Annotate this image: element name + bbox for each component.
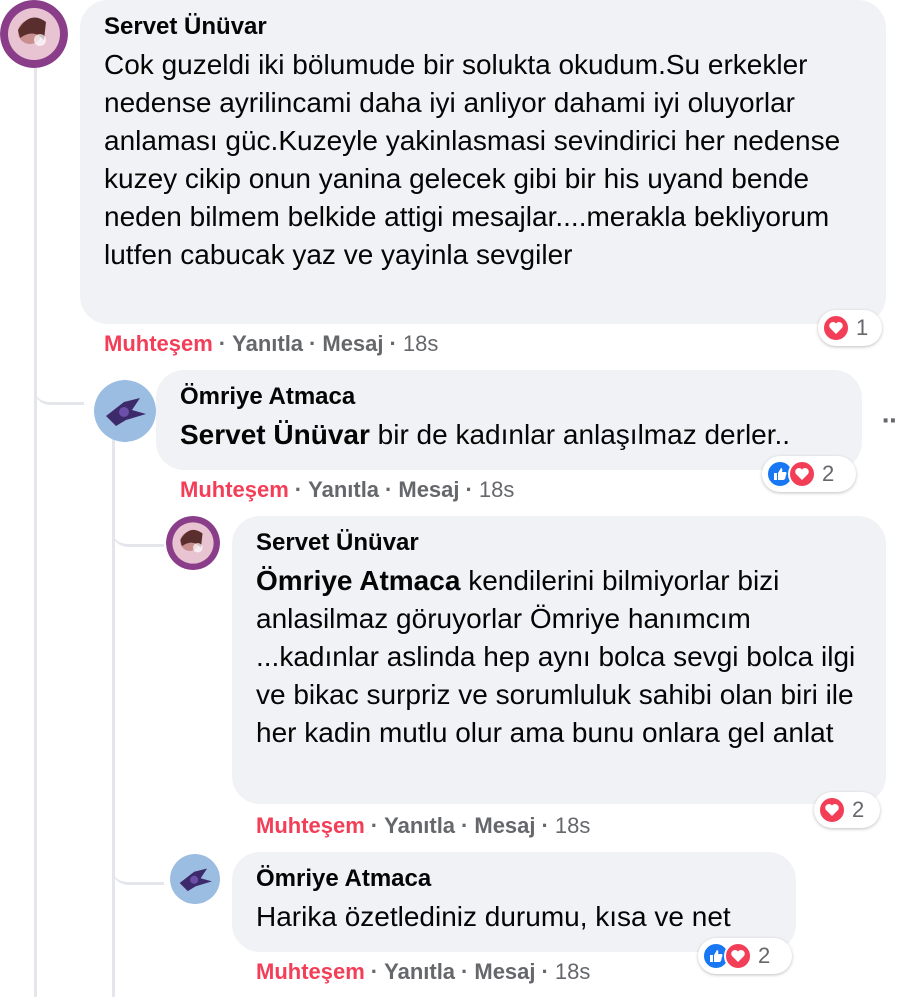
timestamp[interactable]: 18s: [555, 959, 590, 984]
comment-author[interactable]: Ömriye Atmaca: [256, 864, 774, 894]
comment-text: Servet Ünüvar bir de kadınlar anlaşılmaz…: [180, 416, 840, 454]
comment-text-body: bir de kadınlar anlaşılmaz derler..: [377, 419, 791, 450]
comment-bubble: Servet Ünüvar Cok guzeldi iki bölumude b…: [80, 0, 886, 324]
reply-button[interactable]: Yanıtla: [308, 477, 379, 502]
comment-actions: Muhteşem · Yanıtla · Mesaj · 18s: [256, 813, 591, 838]
comment-bubble: Ömriye Atmaca Servet Ünüvar bir de kadın…: [156, 370, 862, 470]
comment-author[interactable]: Servet Ünüvar: [256, 528, 864, 558]
thread-connector: [112, 508, 164, 547]
comment-actions: Muhteşem · Yanıtla · Mesaj · 18s: [180, 477, 515, 502]
comment-text: Ömriye Atmaca kendilerini bilmiyorlar bi…: [256, 562, 864, 752]
mention-link[interactable]: Servet Ünüvar: [180, 419, 370, 450]
love-icon: [788, 460, 816, 488]
reaction-count: 2: [822, 461, 835, 486]
avatar[interactable]: [166, 516, 220, 570]
thread-line: [34, 68, 37, 997]
reaction-summary[interactable]: 2: [698, 938, 792, 974]
mention-link[interactable]: Ömriye Atmaca: [256, 565, 460, 596]
comment-bubble: Ömriye Atmaca Harika özetlediniz durumu,…: [232, 852, 796, 952]
comment-text: Cok guzeldi iki bölumude bir solukta oku…: [104, 49, 841, 270]
love-icon: [822, 314, 850, 342]
comment-text: Harika özetlediniz durumu, kısa ve net: [256, 901, 731, 932]
reaction-count: 2: [852, 797, 865, 822]
react-button[interactable]: Muhteşem: [104, 331, 213, 356]
reaction-count: 1: [856, 315, 869, 340]
avatar[interactable]: [0, 0, 68, 68]
more-options-icon[interactable]: ⋯: [882, 408, 898, 434]
avatar[interactable]: [170, 854, 220, 904]
thread-connector: [112, 842, 164, 885]
message-button[interactable]: Mesaj: [322, 331, 383, 356]
message-button[interactable]: Mesaj: [398, 477, 459, 502]
reply-button[interactable]: Yanıtla: [384, 959, 455, 984]
react-button[interactable]: Muhteşem: [180, 477, 289, 502]
reply-button[interactable]: Yanıtla: [232, 331, 303, 356]
love-icon: [818, 796, 846, 824]
reaction-summary[interactable]: 2: [814, 792, 880, 828]
react-button[interactable]: Muhteşem: [256, 813, 365, 838]
timestamp[interactable]: 18s: [479, 477, 514, 502]
reply-button[interactable]: Yanıtla: [384, 813, 455, 838]
message-button[interactable]: Mesaj: [474, 813, 535, 838]
reaction-summary[interactable]: 2: [762, 456, 856, 492]
reaction-summary[interactable]: 1: [818, 310, 882, 346]
comment-author[interactable]: Ömriye Atmaca: [180, 382, 840, 412]
comment-author[interactable]: Servet Ünüvar: [104, 12, 864, 42]
comment-bubble: Servet Ünüvar Ömriye Atmaca kendilerini …: [232, 516, 886, 804]
timestamp[interactable]: 18s: [555, 813, 590, 838]
love-icon: [724, 942, 752, 970]
thread-connector: [34, 360, 84, 405]
timestamp[interactable]: 18s: [403, 331, 438, 356]
comment-actions: Muhteşem · Yanıtla · Mesaj · 18s: [256, 959, 591, 984]
avatar[interactable]: [94, 380, 156, 442]
reaction-count: 2: [758, 943, 771, 968]
react-button[interactable]: Muhteşem: [256, 959, 365, 984]
message-button[interactable]: Mesaj: [474, 959, 535, 984]
comment-actions: Muhteşem · Yanıtla · Mesaj · 18s: [104, 331, 439, 356]
